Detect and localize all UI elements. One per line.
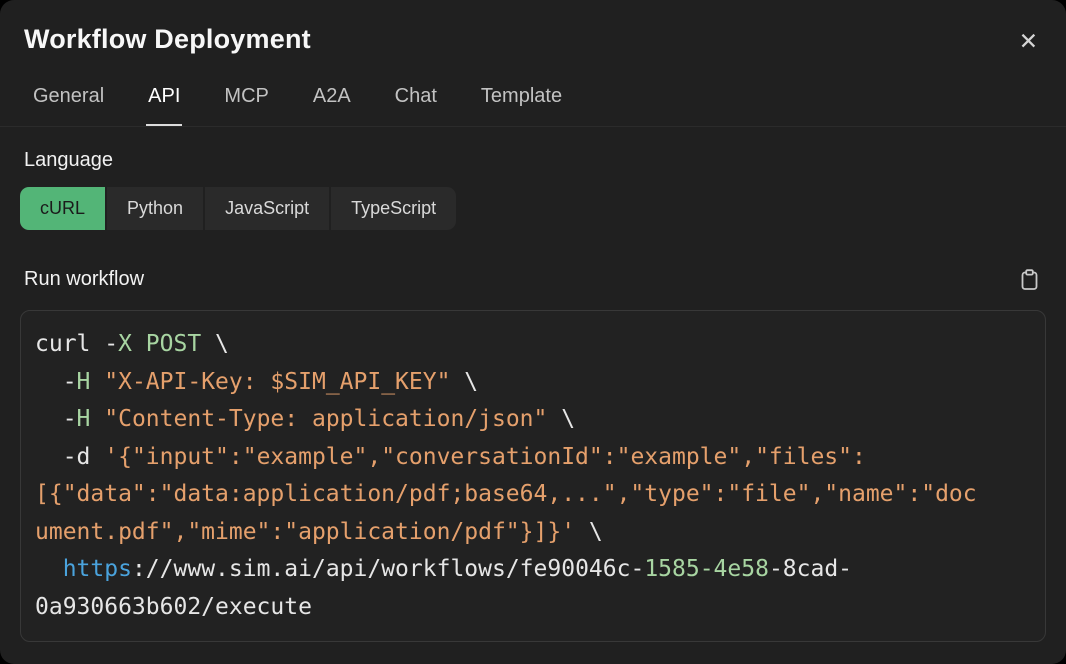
copy-icon[interactable] [1017, 266, 1042, 293]
code-line: 0a930663b602/execute [35, 589, 1031, 627]
code-line: -H "X-API-Key: $SIM_API_KEY" \ [35, 364, 1031, 402]
language-option-curl[interactable]: cURL [20, 187, 105, 230]
run-workflow-header: Run workflow [0, 266, 1066, 293]
language-option-javascript[interactable]: JavaScript [205, 187, 329, 230]
close-icon[interactable]: ✕ [1015, 26, 1042, 57]
language-option-typescript[interactable]: TypeScript [331, 187, 456, 230]
code-line: [{"data":"data:application/pdf;base64,..… [35, 476, 1031, 514]
run-workflow-label: Run workflow [24, 268, 144, 291]
workflow-deployment-modal: Workflow Deployment ✕ General API MCP A2A Ch… [0, 0, 1066, 664]
language-section: Language cURLPythonJavaScriptTypeScript [0, 149, 1066, 230]
code-block: curl -X POST \ -H "X-API-Key: $SIM_API_K… [20, 310, 1046, 642]
modal-header: Workflow Deployment ✕ [0, 0, 1066, 57]
tab-api[interactable]: API [146, 79, 182, 126]
code-line: curl -X POST \ [35, 326, 1031, 364]
language-label: Language [24, 149, 1042, 172]
tab-chat[interactable]: Chat [393, 79, 439, 126]
tab-mcp[interactable]: MCP [222, 79, 270, 126]
language-option-python[interactable]: Python [107, 187, 203, 230]
code-line: https://www.sim.ai/api/workflows/fe90046… [35, 551, 1031, 589]
tab-general[interactable]: General [31, 79, 106, 126]
tab-template[interactable]: Template [479, 79, 564, 126]
tab-a2a[interactable]: A2A [311, 79, 353, 126]
page-title: Workflow Deployment [24, 24, 311, 55]
code-line: ument.pdf","mime":"application/pdf"}]}' … [35, 514, 1031, 552]
code-line: -d '{"input":"example","conversationId":… [35, 439, 1031, 477]
tab-bar: General API MCP A2A Chat Template [0, 79, 1066, 127]
code-line: -H "Content-Type: application/json" \ [35, 401, 1031, 439]
language-selector: cURLPythonJavaScriptTypeScript [20, 187, 1042, 230]
